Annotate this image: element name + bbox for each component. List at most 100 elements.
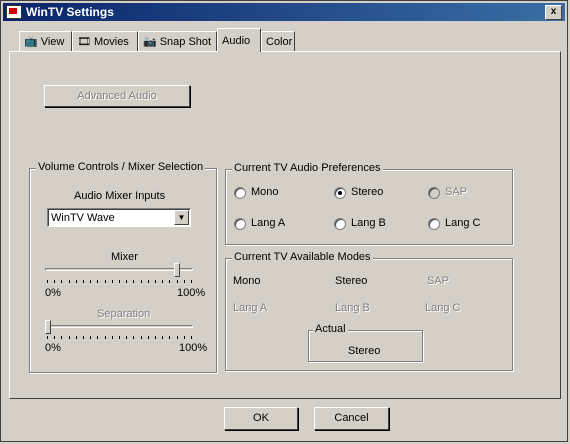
radio-lang-b[interactable] <box>334 218 346 230</box>
tv-icon: 📺 <box>24 36 38 48</box>
separation-label: Separation <box>97 308 151 320</box>
slider-tick <box>69 280 70 283</box>
advanced-audio-button[interactable]: Advanced Audio <box>44 85 190 107</box>
slider-tick <box>126 280 127 283</box>
slider-tick <box>155 280 156 283</box>
mixer-max-label: 100% <box>177 287 206 299</box>
radio-mono[interactable] <box>234 187 246 199</box>
slider-tick <box>61 280 62 283</box>
mixer-min-label: 0% <box>45 287 61 299</box>
slider-tick <box>90 336 91 339</box>
film-icon: 🎞 <box>77 36 91 48</box>
slider-tick <box>141 280 142 283</box>
radio-lang-a[interactable] <box>234 218 246 230</box>
slider-tick <box>69 336 70 339</box>
mode-lang-a: Lang A <box>233 302 268 314</box>
separation-max-label: 100% <box>179 342 208 354</box>
slider-tick <box>83 336 84 339</box>
mode-lang-b: Lang B <box>335 302 370 314</box>
slider-tick <box>112 280 113 283</box>
slider-tick <box>83 280 84 283</box>
tv-app-icon <box>6 5 22 19</box>
audio-preferences-title: Current TV Audio Preferences <box>232 162 383 174</box>
slider-tick <box>191 336 192 339</box>
slider-tick <box>169 280 170 283</box>
audio-preferences-group: Current TV Audio Preferences <box>225 162 513 245</box>
mixer-slider-thumb[interactable] <box>174 263 180 277</box>
separation-slider-thumb[interactable] <box>45 320 51 334</box>
slider-tick <box>148 280 149 283</box>
slider-tick <box>177 280 178 283</box>
volume-controls-title: Volume Controls / Mixer Selection <box>36 161 206 173</box>
separation-slider-track <box>45 325 193 328</box>
chevron-down-icon[interactable]: ▼ <box>174 210 189 225</box>
actual-mode-box: Actual Stereo <box>308 323 423 362</box>
tab-audio-label: Audio <box>222 34 251 47</box>
close-button[interactable]: x <box>545 5 562 20</box>
slider-tick <box>177 336 178 339</box>
slider-tick <box>47 280 48 283</box>
slider-tick <box>148 336 149 339</box>
slider-tick <box>184 280 185 283</box>
mode-stereo: Stereo <box>335 275 368 287</box>
slider-tick <box>97 280 98 283</box>
mixer-ticks <box>47 280 192 284</box>
radio-label-sap[interactable]: SAP <box>445 186 467 198</box>
radio-label-lang-a[interactable]: Lang A <box>251 217 285 229</box>
close-icon: x <box>550 6 557 17</box>
tab-color[interactable]: Color <box>261 31 295 51</box>
mode-lang-c: Lang C <box>425 302 461 314</box>
radio-lang-c[interactable] <box>428 218 440 230</box>
mixer-slider-track <box>45 268 193 271</box>
actual-mode-title: Actual <box>313 323 348 335</box>
slider-tick <box>155 336 156 339</box>
slider-tick <box>141 336 142 339</box>
radio-label-mono[interactable]: Mono <box>251 186 279 198</box>
separation-min-label: 0% <box>45 342 61 354</box>
slider-tick <box>97 336 98 339</box>
mode-mono: Mono <box>233 275 261 287</box>
tab-snap-shot-label: Snap Shot <box>159 35 212 48</box>
audio-mixer-value: WinTV Wave <box>51 212 115 224</box>
slider-tick <box>133 336 134 339</box>
radio-label-stereo[interactable]: Stereo <box>351 186 383 198</box>
camera-icon: 📷 <box>143 36 157 48</box>
slider-tick <box>54 280 55 283</box>
mixer-label: Mixer <box>111 251 138 263</box>
tab-movies-label: Movies <box>93 35 129 48</box>
tab-snap-shot[interactable]: 📷 Snap Shot <box>138 31 217 51</box>
slider-tick <box>191 280 192 283</box>
tab-color-label: Color <box>266 35 293 48</box>
tab-view[interactable]: 📺 View <box>19 31 72 51</box>
slider-tick <box>162 336 163 339</box>
cancel-button[interactable]: Cancel <box>314 407 389 430</box>
slider-tick <box>76 336 77 339</box>
actual-mode-value: Stereo <box>348 345 381 357</box>
tab-audio[interactable]: Audio <box>217 28 261 52</box>
slider-tick <box>105 336 106 339</box>
audio-mixer-select[interactable]: WinTV Wave ▼ <box>47 208 191 227</box>
slider-tick <box>184 336 185 339</box>
available-modes-title: Current TV Available Modes <box>232 251 373 263</box>
tab-movies[interactable]: 🎞 Movies <box>72 31 138 51</box>
ok-button[interactable]: OK <box>224 407 298 430</box>
audio-mixer-inputs-label: Audio Mixer Inputs <box>74 190 166 202</box>
separation-ticks <box>47 336 192 340</box>
slider-tick <box>47 336 48 339</box>
slider-tick <box>76 280 77 283</box>
slider-tick <box>119 280 120 283</box>
radio-label-lang-c[interactable]: Lang C <box>445 217 480 229</box>
radio-sap[interactable] <box>428 187 440 199</box>
window-title: WinTV Settings <box>26 5 114 19</box>
slider-tick <box>119 336 120 339</box>
title-bar: WinTV Settings x <box>3 3 565 21</box>
slider-tick <box>90 280 91 283</box>
radio-label-lang-b[interactable]: Lang B <box>351 217 386 229</box>
slider-tick <box>162 280 163 283</box>
radio-stereo[interactable] <box>334 187 346 199</box>
slider-tick <box>133 280 134 283</box>
mode-sap: SAP <box>427 275 450 287</box>
slider-tick <box>54 336 55 339</box>
slider-tick <box>105 280 106 283</box>
slider-tick <box>126 336 127 339</box>
